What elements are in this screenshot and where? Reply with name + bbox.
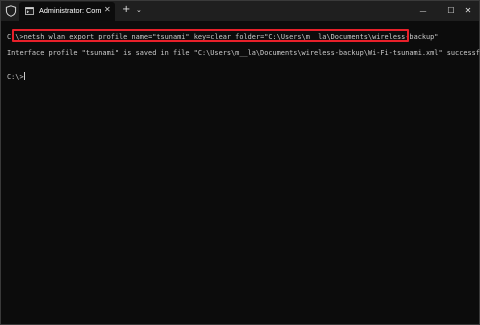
text-cursor xyxy=(23,72,25,80)
command-prompt-icon xyxy=(25,7,34,15)
new-tab-button[interactable]: + xyxy=(122,4,130,16)
minimize-button[interactable]: — xyxy=(410,1,436,21)
shield-icon xyxy=(5,5,17,17)
chevron-down-icon[interactable]: ⌄ xyxy=(136,5,142,15)
output-line: Interface profile "tsunami" is saved in … xyxy=(7,49,480,57)
command-highlight-box xyxy=(12,29,409,42)
current-prompt-line: C:\> xyxy=(7,72,25,82)
close-window-button[interactable]: ✕ xyxy=(455,1,480,21)
title-bar: Administrator: Command Prompt ✕ + ⌄ — ☐ … xyxy=(1,1,479,21)
prompt: C:\> xyxy=(7,73,24,81)
close-tab-icon[interactable]: ✕ xyxy=(104,5,111,15)
terminal-window: Administrator: Command Prompt ✕ + ⌄ — ☐ … xyxy=(0,0,480,325)
tab-command-prompt[interactable]: Administrator: Command Prompt ✕ xyxy=(19,2,115,21)
tab-title: Administrator: Command Prompt xyxy=(39,6,101,15)
